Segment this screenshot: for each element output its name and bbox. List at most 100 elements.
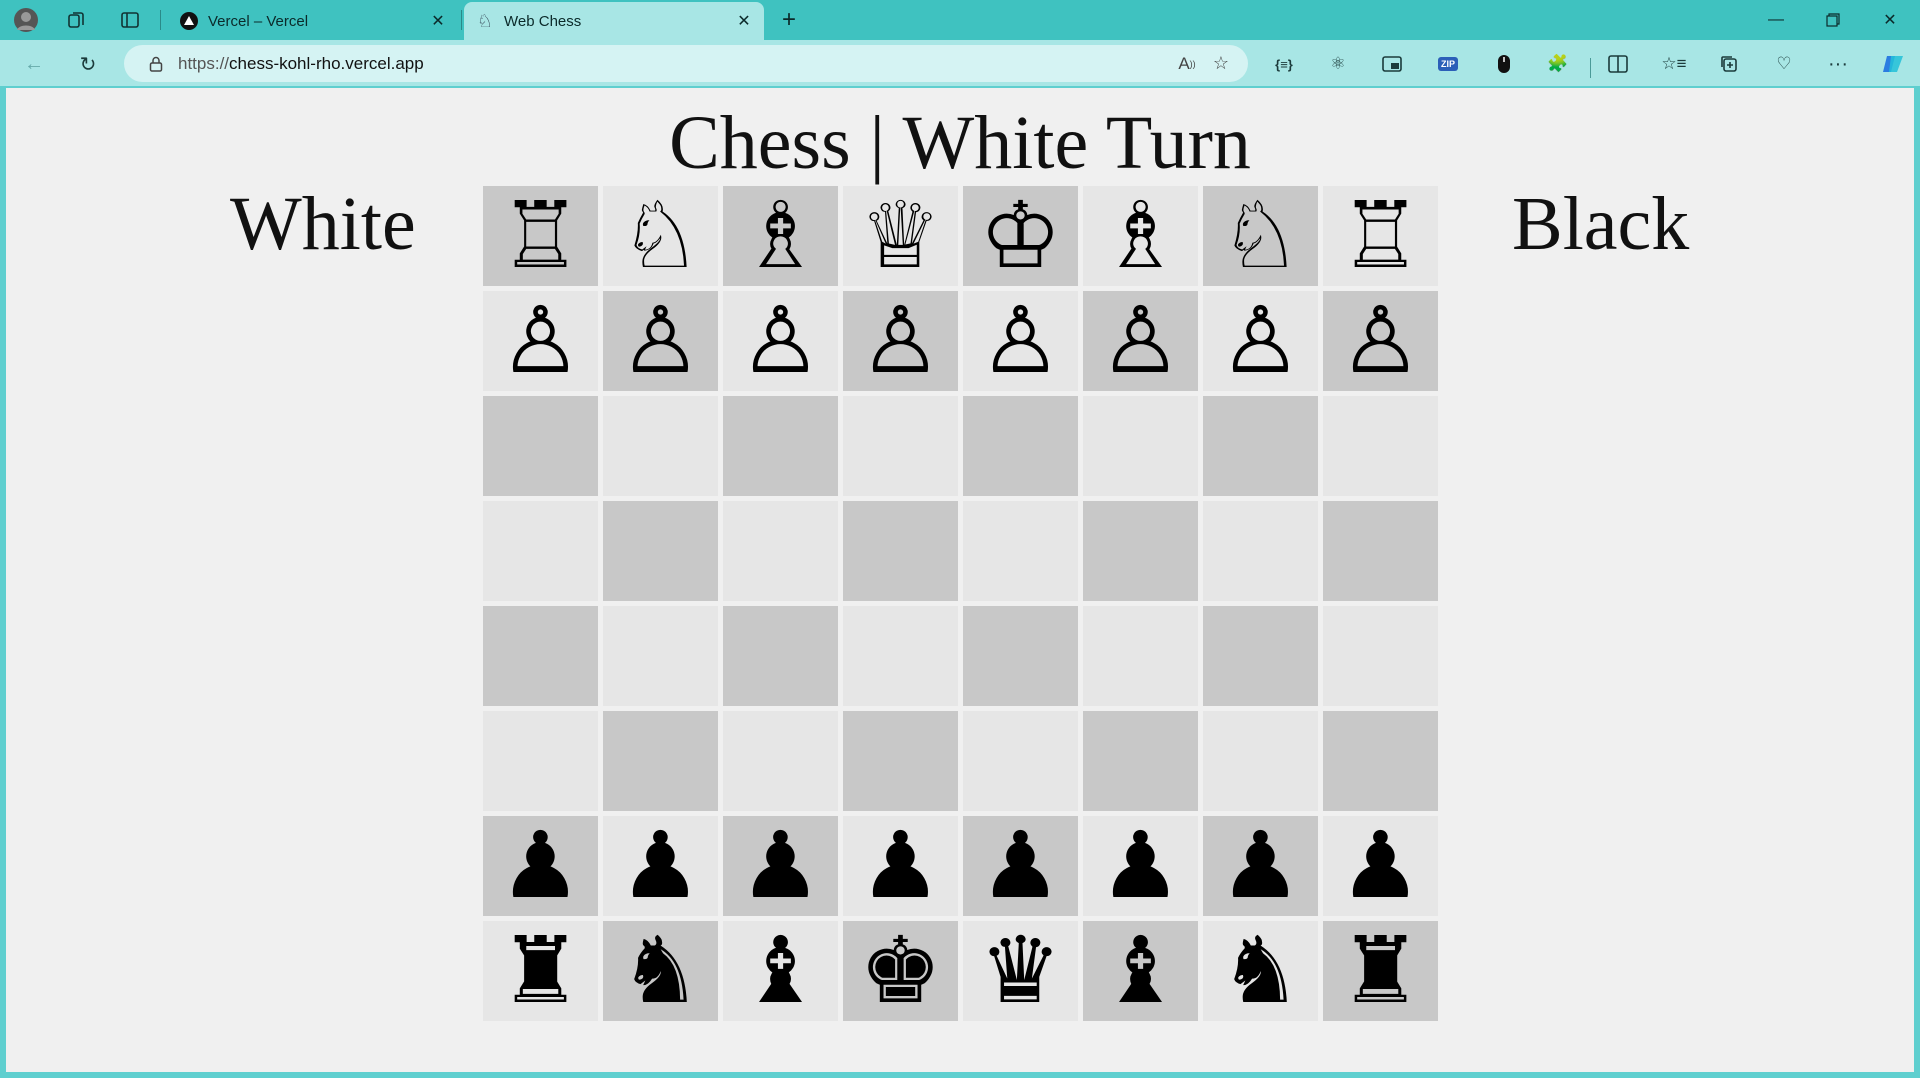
white-pawn-piece[interactable]: ♙ (1099, 295, 1181, 387)
more-options-icon[interactable]: ··· (1822, 48, 1854, 80)
black-pawn-piece[interactable]: ♟ (859, 820, 941, 912)
white-bishop-piece[interactable]: ♗ (739, 190, 821, 282)
address-bar[interactable]: https://chess-kohl-rho.vercel.app A)) ☆ (124, 45, 1248, 82)
workspaces-icon[interactable] (62, 6, 90, 34)
tab-web-chess[interactable]: ♘ Web Chess ✕ (464, 2, 764, 40)
white-queen-piece[interactable]: ♕ (859, 190, 941, 282)
board-square-h1[interactable]: ♖ (1323, 186, 1438, 286)
board-square-f7[interactable]: ♟ (1083, 816, 1198, 916)
board-square-b3[interactable] (603, 396, 718, 496)
react-devtools-icon[interactable]: ⚛ (1322, 48, 1354, 80)
mouse-extension-icon[interactable] (1488, 48, 1520, 80)
board-square-b2[interactable]: ♙ (603, 291, 718, 391)
black-pawn-piece[interactable]: ♟ (1339, 820, 1421, 912)
board-square-g3[interactable] (1203, 396, 1318, 496)
board-square-a6[interactable] (483, 711, 598, 811)
vertical-tabs-icon[interactable] (116, 6, 144, 34)
board-square-h3[interactable] (1323, 396, 1438, 496)
board-square-c2[interactable]: ♙ (723, 291, 838, 391)
white-king-piece[interactable]: ♔ (979, 190, 1061, 282)
white-pawn-piece[interactable]: ♙ (619, 295, 701, 387)
favorites-icon[interactable]: ☆≡ (1658, 48, 1690, 80)
board-square-e8[interactable]: ♛ (963, 921, 1078, 1021)
board-square-d7[interactable]: ♟ (843, 816, 958, 916)
black-bishop-piece[interactable]: ♝ (1099, 925, 1181, 1017)
board-square-c7[interactable]: ♟ (723, 816, 838, 916)
favorite-star-icon[interactable]: ☆ (1204, 47, 1238, 81)
board-square-h7[interactable]: ♟ (1323, 816, 1438, 916)
black-pawn-piece[interactable]: ♟ (979, 820, 1061, 912)
board-square-e4[interactable] (963, 501, 1078, 601)
board-square-e3[interactable] (963, 396, 1078, 496)
board-square-b1[interactable]: ♘ (603, 186, 718, 286)
black-knight-piece[interactable]: ♞ (619, 925, 701, 1017)
board-square-d4[interactable] (843, 501, 958, 601)
profile-avatar-icon[interactable] (12, 6, 40, 34)
board-square-a5[interactable] (483, 606, 598, 706)
board-square-b5[interactable] (603, 606, 718, 706)
board-square-f6[interactable] (1083, 711, 1198, 811)
board-square-c6[interactable] (723, 711, 838, 811)
extensions-puzzle-icon[interactable]: 🧩 (1542, 48, 1574, 80)
board-square-e7[interactable]: ♟ (963, 816, 1078, 916)
white-rook-piece[interactable]: ♖ (499, 190, 581, 282)
white-knight-piece[interactable]: ♘ (1219, 190, 1301, 282)
board-square-f2[interactable]: ♙ (1083, 291, 1198, 391)
tab-vercel[interactable]: Vercel – Vercel ✕ (168, 2, 458, 40)
close-tab-icon[interactable]: ✕ (424, 7, 452, 35)
picture-in-picture-icon[interactable] (1376, 48, 1408, 80)
collections-icon[interactable] (1713, 48, 1745, 80)
copilot-icon[interactable] (1877, 48, 1909, 80)
board-square-c3[interactable] (723, 396, 838, 496)
white-pawn-piece[interactable]: ♙ (1219, 295, 1301, 387)
read-aloud-icon[interactable]: A)) (1170, 47, 1204, 81)
board-square-f5[interactable] (1083, 606, 1198, 706)
board-square-d8[interactable]: ♚ (843, 921, 958, 1021)
black-pawn-piece[interactable]: ♟ (739, 820, 821, 912)
board-square-h8[interactable]: ♜ (1323, 921, 1438, 1021)
board-square-b6[interactable] (603, 711, 718, 811)
board-square-a2[interactable]: ♙ (483, 291, 598, 391)
board-square-f3[interactable] (1083, 396, 1198, 496)
board-square-d5[interactable] (843, 606, 958, 706)
black-queen-piece[interactable]: ♛ (979, 925, 1061, 1017)
board-square-e6[interactable] (963, 711, 1078, 811)
restore-icon[interactable] (1806, 0, 1860, 40)
back-icon[interactable]: ← (18, 48, 50, 80)
white-pawn-piece[interactable]: ♙ (499, 295, 581, 387)
json-extension-icon[interactable]: {≡} (1268, 48, 1300, 80)
black-pawn-piece[interactable]: ♟ (1219, 820, 1301, 912)
board-square-b7[interactable]: ♟ (603, 816, 718, 916)
board-square-g7[interactable]: ♟ (1203, 816, 1318, 916)
board-square-d1[interactable]: ♕ (843, 186, 958, 286)
board-square-g8[interactable]: ♞ (1203, 921, 1318, 1021)
white-pawn-piece[interactable]: ♙ (979, 295, 1061, 387)
black-rook-piece[interactable]: ♜ (1339, 925, 1421, 1017)
board-square-g4[interactable] (1203, 501, 1318, 601)
board-square-b8[interactable]: ♞ (603, 921, 718, 1021)
refresh-icon[interactable]: ↻ (72, 48, 104, 80)
board-square-e5[interactable] (963, 606, 1078, 706)
board-square-h6[interactable] (1323, 711, 1438, 811)
browser-essentials-icon[interactable]: ♡ (1768, 48, 1800, 80)
black-knight-piece[interactable]: ♞ (1219, 925, 1301, 1017)
close-tab-icon[interactable]: ✕ (730, 7, 758, 35)
white-bishop-piece[interactable]: ♗ (1099, 190, 1181, 282)
board-square-a1[interactable]: ♖ (483, 186, 598, 286)
black-bishop-piece[interactable]: ♝ (739, 925, 821, 1017)
board-square-g5[interactable] (1203, 606, 1318, 706)
new-tab-button[interactable]: + (774, 5, 804, 35)
board-square-c8[interactable]: ♝ (723, 921, 838, 1021)
black-pawn-piece[interactable]: ♟ (499, 820, 581, 912)
board-square-b4[interactable] (603, 501, 718, 601)
white-knight-piece[interactable]: ♘ (619, 190, 701, 282)
white-pawn-piece[interactable]: ♙ (739, 295, 821, 387)
black-king-piece[interactable]: ♚ (859, 925, 941, 1017)
white-pawn-piece[interactable]: ♙ (859, 295, 941, 387)
black-rook-piece[interactable]: ♜ (499, 925, 581, 1017)
board-square-a8[interactable]: ♜ (483, 921, 598, 1021)
board-square-h5[interactable] (1323, 606, 1438, 706)
split-screen-icon[interactable] (1602, 48, 1634, 80)
board-square-g6[interactable] (1203, 711, 1318, 811)
board-square-c5[interactable] (723, 606, 838, 706)
